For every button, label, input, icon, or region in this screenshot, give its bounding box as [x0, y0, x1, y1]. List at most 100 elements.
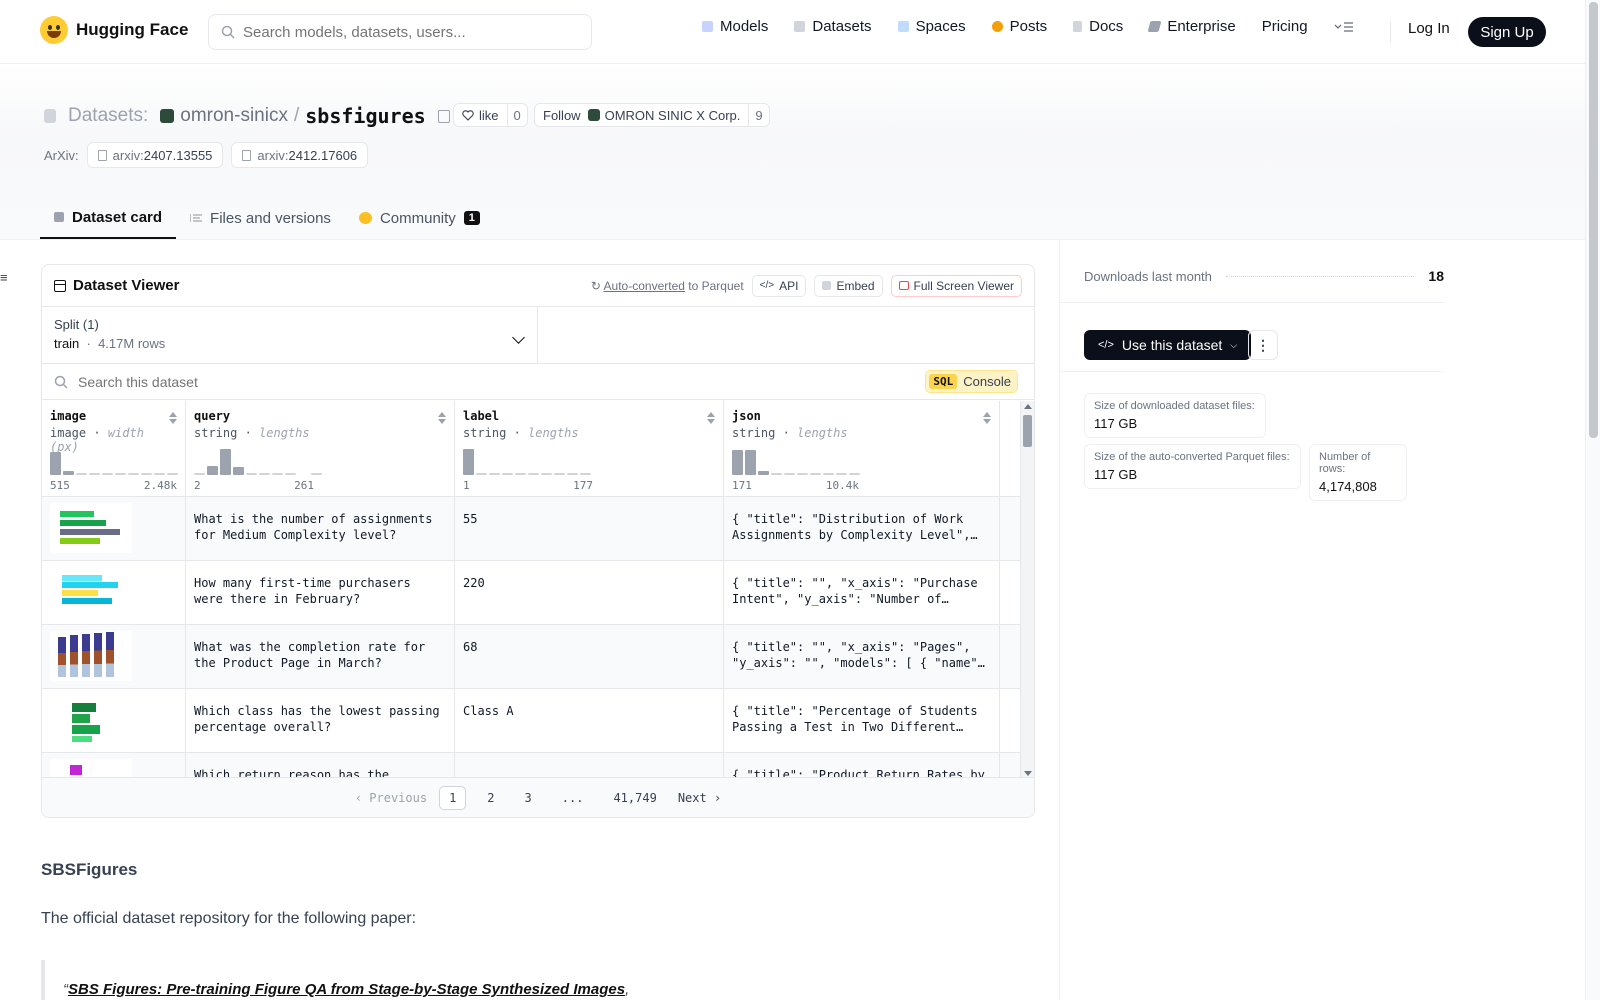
- query-cell[interactable]: How many first-time purchasers were ther…: [194, 575, 446, 607]
- column-header-query[interactable]: query string · lengths 2 261: [186, 401, 455, 496]
- signup-button[interactable]: Sign Up: [1468, 17, 1546, 47]
- more-options-button[interactable]: ⋮: [1248, 330, 1278, 360]
- histogram-bar[interactable]: [259, 473, 270, 475]
- histogram-bar[interactable]: [810, 473, 821, 475]
- histogram-bar[interactable]: [732, 450, 743, 475]
- scroll-up-icon[interactable]: [1024, 404, 1032, 409]
- chart-thumbnail[interactable]: [50, 695, 132, 745]
- histogram-bar[interactable]: [311, 473, 322, 475]
- column-header-image[interactable]: image image · width (px) 515 2.48k: [42, 401, 186, 496]
- histogram-bar[interactable]: [207, 466, 218, 475]
- arxiv-tag[interactable]: arxiv: 2412.17606: [231, 142, 369, 168]
- sidebar-toggle-icon[interactable]: ≡: [0, 270, 10, 285]
- global-search[interactable]: [208, 14, 592, 50]
- sort-icon[interactable]: [169, 412, 177, 424]
- histogram-bar[interactable]: [541, 473, 552, 475]
- previous-page-button[interactable]: ‹ Previous: [355, 791, 427, 805]
- repo-name[interactable]: sbsfigures: [305, 104, 425, 128]
- sort-icon[interactable]: [438, 412, 446, 424]
- nav-pricing[interactable]: Pricing: [1262, 18, 1308, 35]
- json-cell[interactable]: { "title": "Percentage of Students Passi…: [732, 703, 991, 735]
- chart-thumbnail[interactable]: [50, 567, 132, 617]
- query-cell[interactable]: Which class has the lowest passing perce…: [194, 703, 446, 735]
- page-button-last[interactable]: 41,749: [604, 787, 665, 809]
- paper-link[interactable]: SBS Figures: Pre-training Figure QA from…: [68, 981, 625, 998]
- brand-logo[interactable]: Hugging Face: [40, 16, 188, 44]
- label-cell[interactable]: 220: [463, 575, 715, 591]
- image-cell[interactable]: [42, 497, 186, 560]
- embed-button[interactable]: Embed: [814, 274, 883, 297]
- dataset-search[interactable]: SQL Console: [42, 364, 1034, 400]
- page-scrollbar[interactable]: [1585, 0, 1600, 1000]
- table-row[interactable]: Which class has the lowest passing perce…: [42, 689, 1020, 753]
- table-scrollbar[interactable]: [1020, 401, 1034, 779]
- nav-docs[interactable]: Docs: [1073, 18, 1123, 35]
- histogram-bar[interactable]: [554, 473, 565, 475]
- histogram-bar[interactable]: [515, 473, 526, 475]
- histogram-bar[interactable]: [758, 471, 769, 475]
- image-cell[interactable]: [42, 625, 186, 688]
- split-dropdown[interactable]: Split (1) train · 4.17M rows: [42, 307, 538, 363]
- image-cell[interactable]: [42, 689, 186, 752]
- next-page-button[interactable]: Next ›: [678, 791, 721, 805]
- histogram-bar[interactable]: [128, 473, 139, 475]
- histogram-bar[interactable]: [771, 473, 782, 475]
- json-cell[interactable]: { "title": "", "x_axis": "Purchase Inten…: [732, 575, 991, 607]
- histogram-bar[interactable]: [476, 473, 487, 475]
- page-button-2[interactable]: 2: [478, 787, 503, 809]
- histogram-bar[interactable]: [115, 473, 126, 475]
- histogram-bar[interactable]: [836, 473, 847, 475]
- scroll-down-icon[interactable]: [1024, 771, 1032, 776]
- histogram-bar[interactable]: [63, 471, 74, 475]
- tab-dataset-card[interactable]: Dataset card: [40, 197, 177, 239]
- chart-thumbnail[interactable]: [50, 503, 132, 553]
- histogram-bar[interactable]: [50, 452, 61, 475]
- histogram-bar[interactable]: [567, 473, 578, 475]
- nav-posts[interactable]: Posts: [991, 18, 1047, 35]
- image-cell[interactable]: [42, 561, 186, 624]
- histogram-bar[interactable]: [272, 473, 283, 475]
- histogram-bar[interactable]: [102, 473, 113, 475]
- table-row[interactable]: How many first-time purchasers were ther…: [42, 561, 1020, 625]
- histogram-bar[interactable]: [233, 467, 244, 475]
- histogram-bar[interactable]: [463, 449, 474, 475]
- page-button-3[interactable]: 3: [516, 787, 541, 809]
- label-cell[interactable]: Class A: [463, 703, 715, 719]
- nav-datasets[interactable]: Datasets: [794, 18, 872, 35]
- arxiv-tag[interactable]: arxiv: 2407.13555: [86, 142, 224, 168]
- dataset-search-input[interactable]: [78, 373, 778, 390]
- table-row[interactable]: What was the completion rate for the Pro…: [42, 625, 1020, 689]
- page-scroll-thumb[interactable]: [1589, 2, 1598, 438]
- histogram-bar[interactable]: [784, 473, 795, 475]
- histogram-bar[interactable]: [849, 473, 860, 475]
- label-cell[interactable]: 68: [463, 639, 715, 655]
- histogram-bar[interactable]: [285, 473, 296, 475]
- histogram-bar[interactable]: [220, 449, 231, 475]
- nav-spaces[interactable]: Spaces: [897, 18, 966, 35]
- page-button-1[interactable]: 1: [439, 785, 467, 810]
- json-cell[interactable]: { "title": "", "x_axis": "Pages", "y_axi…: [732, 639, 991, 671]
- label-cell[interactable]: 55: [463, 511, 715, 527]
- histogram-bar[interactable]: [580, 473, 591, 475]
- histogram-bar[interactable]: [745, 450, 756, 475]
- copy-icon[interactable]: [437, 109, 450, 123]
- tab-files-and-versions[interactable]: Files and versions: [176, 197, 345, 239]
- org-link[interactable]: omron-sinicx: [180, 105, 288, 127]
- scroll-thumb[interactable]: [1023, 415, 1032, 447]
- histogram-bar[interactable]: [194, 473, 205, 475]
- follow-button[interactable]: Follow OMRON SINIC X Corp. 9: [534, 103, 770, 127]
- sql-console-button[interactable]: SQL Console: [925, 370, 1018, 393]
- histogram-bar[interactable]: [797, 473, 808, 475]
- tab-community[interactable]: Community 1: [345, 197, 494, 239]
- histogram-bar[interactable]: [489, 473, 500, 475]
- auto-converted-note[interactable]: ↻ Auto-converted to Parquet: [591, 279, 744, 293]
- histogram-bar[interactable]: [141, 473, 152, 475]
- table-row[interactable]: What is the number of assignments for Me…: [42, 497, 1020, 561]
- api-button[interactable]: </> API: [751, 274, 807, 297]
- nav-enterprise[interactable]: Enterprise: [1147, 18, 1236, 35]
- global-search-input[interactable]: [243, 23, 563, 41]
- nav-more-menu[interactable]: [1334, 21, 1354, 33]
- histogram-bar[interactable]: [502, 473, 513, 475]
- histogram-bar[interactable]: [89, 473, 100, 475]
- use-this-dataset-button[interactable]: </> Use this dataset ⌵: [1084, 330, 1252, 360]
